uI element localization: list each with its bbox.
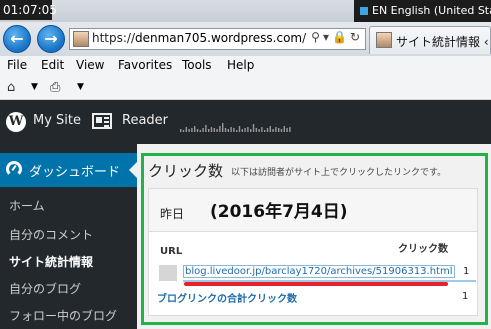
sparkline-bar [185, 127, 187, 132]
menu-edit[interactable]: Edit [41, 58, 64, 72]
navigation-bar: ← → https://denman705.wordpress.com/ ⚲▾🔒… [0, 22, 491, 56]
sparkline-bar [275, 127, 277, 132]
sparkline-bar [233, 128, 235, 132]
sparkline-bar [191, 128, 193, 132]
sidebar-item-dashboard[interactable]: ダッシュボード [0, 153, 137, 187]
sparkline-bar [194, 126, 196, 132]
sidebar-item-home[interactable]: ホーム [9, 197, 45, 214]
wordpress-logo-icon[interactable]: W [6, 112, 26, 132]
sparkline-bar [236, 130, 238, 132]
sparkline-bar [289, 127, 291, 132]
url-host: denman705.wordpress.com [135, 31, 303, 45]
refresh-icon[interactable]: ↻ [350, 30, 363, 44]
sparkline-bar [283, 126, 285, 132]
sparkline-bar [255, 128, 257, 132]
my-site-link[interactable]: My Site [33, 113, 81, 128]
sparkline-bar [196, 129, 199, 132]
address-bar-icons[interactable]: ⚲▾🔒↻ [311, 30, 363, 44]
sparkline-bar [269, 126, 271, 132]
site-favicon [73, 31, 89, 47]
home-icon[interactable]: ⌂ [7, 80, 15, 95]
menu-favorites[interactable]: Favorites [118, 58, 172, 72]
sparkline-bar [264, 130, 266, 132]
command-bar: ⌂ ▼ ⎙ ▼ [0, 76, 491, 100]
print-dropdown-icon[interactable]: ▼ [77, 82, 84, 92]
wp-admin-bar: W My Site Reader [0, 100, 491, 144]
sparkline-bar [222, 123, 224, 132]
dashboard-icon [6, 161, 22, 177]
stats-sparkline[interactable] [180, 118, 295, 132]
address-url[interactable]: https://denman705.wordpress.com/ [92, 31, 306, 45]
search-icon[interactable]: ⚲ [311, 30, 323, 44]
tab-favicon [376, 32, 392, 48]
menu-file[interactable]: File [7, 58, 27, 72]
tab-title: サイト統計情報 ‹ D [396, 35, 491, 49]
sparkline-bar [213, 128, 215, 132]
back-arrow-icon: ← [10, 29, 24, 48]
forward-arrow-icon: → [44, 29, 58, 48]
dropdown-arrow-icon[interactable]: ▾ [323, 30, 332, 44]
sparkline-bar [202, 128, 204, 132]
sparkline-bar [252, 124, 255, 132]
sparkline-bar [266, 128, 269, 132]
back-button[interactable]: ← [3, 25, 31, 53]
sparkline-bar [278, 128, 280, 132]
language-indicator[interactable]: EN English (United Sta [354, 0, 491, 22]
sparkline-bar [182, 130, 185, 132]
menu-view[interactable]: View [76, 58, 104, 72]
sparkline-bar [230, 127, 232, 132]
address-bar[interactable]: https://denman705.wordpress.com/ ⚲▾🔒↻ [69, 28, 366, 50]
sparkline-bar [208, 129, 210, 132]
browser-tab[interactable]: サイト統計情報 ‹ D [369, 26, 491, 54]
sparkline-bar [247, 127, 249, 132]
dashboard-label: ダッシュボード [29, 165, 121, 180]
sparkline-bar [272, 129, 274, 132]
menu-bar: File Edit View Favorites Tools Help [0, 56, 491, 76]
sidebar-item-my-blogs[interactable]: 自分のブログ [9, 280, 81, 297]
clock: 01:07:05 [0, 0, 57, 20]
url-prefix: https:// [92, 31, 136, 45]
menu-tools[interactable]: Tools [182, 58, 212, 72]
sparkline-bar [238, 126, 241, 132]
current-menu-arrow-icon [129, 162, 137, 178]
forward-button[interactable]: → [37, 25, 65, 53]
sparkline-bar [216, 129, 218, 132]
sparkline-bar [241, 129, 243, 132]
sidebar-item-following[interactable]: フォロー中のブログ [9, 307, 117, 324]
language-label: EN English (United Sta [372, 4, 491, 17]
reader-icon[interactable] [92, 113, 112, 129]
lock-icon[interactable]: 🔒 [332, 30, 350, 44]
menu-help[interactable]: Help [227, 58, 254, 72]
highlight-frame [141, 153, 488, 325]
sidebar-item-my-comments[interactable]: 自分のコメント [9, 226, 93, 243]
language-icon [360, 7, 368, 15]
sparkline-bar [199, 130, 201, 132]
sparkline-bar [180, 129, 182, 132]
sparkline-bar [286, 128, 288, 132]
sidebar-item-site-stats[interactable]: サイト統計情報 [9, 253, 93, 270]
sparkline-bar [210, 127, 213, 132]
sparkline-bar [250, 129, 252, 132]
sparkline-bar [227, 129, 229, 132]
sparkline-bar [280, 129, 283, 132]
reader-link[interactable]: Reader [122, 113, 168, 128]
home-dropdown-icon[interactable]: ▼ [31, 82, 38, 92]
sparkline-bar [258, 129, 260, 132]
print-icon[interactable]: ⎙ [50, 80, 60, 95]
sparkline-bar [261, 127, 263, 132]
sparkline-bar [205, 125, 207, 132]
admin-sidebar: ダッシュボード ホーム 自分のコメント サイト統計情報 自分のブログ フォロー中… [0, 144, 137, 329]
sparkline-bar [244, 128, 246, 132]
sparkline-bar [188, 129, 190, 132]
url-suffix: / [302, 31, 307, 45]
sparkline-bar [219, 126, 221, 132]
sparkline-bar [224, 128, 227, 132]
